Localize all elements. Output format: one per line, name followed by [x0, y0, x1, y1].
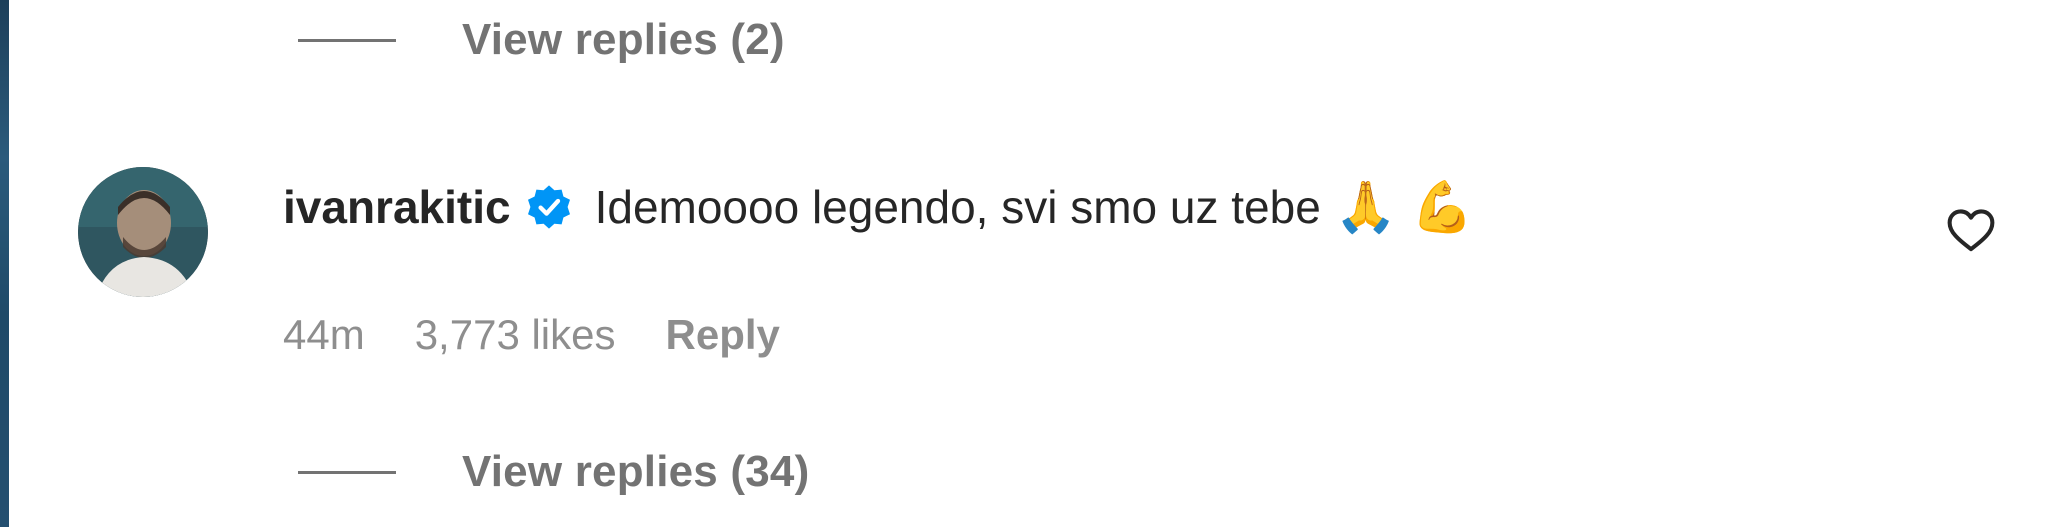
- background-edge: [0, 0, 9, 527]
- comment-meta: 44m 3,773 likes Reply: [283, 305, 830, 365]
- avatar[interactable]: [78, 167, 208, 297]
- reply-thread-line: [298, 38, 396, 42]
- comment-section: View replies (2) ivanrakitic Idemoooo le…: [0, 0, 2048, 527]
- view-replies-bottom[interactable]: View replies (34): [298, 442, 809, 502]
- avatar-photo: [78, 167, 208, 297]
- view-replies-label[interactable]: View replies (2): [462, 15, 785, 65]
- comment-likes-count[interactable]: 3,773 likes: [415, 311, 616, 359]
- comment-body: ivanrakitic Idemoooo legendo, svi smo uz…: [283, 172, 1473, 242]
- folded-hands-emoji: 🙏: [1334, 177, 1398, 236]
- comment-text: Idemoooo legendo, svi smo uz tebe: [594, 181, 1321, 233]
- reply-button[interactable]: Reply: [666, 311, 780, 359]
- comment-timestamp[interactable]: 44m: [283, 311, 365, 359]
- view-replies-top[interactable]: View replies (2): [298, 10, 785, 70]
- comment-username[interactable]: ivanrakitic: [283, 180, 511, 234]
- verified-badge-icon: [527, 185, 570, 229]
- reply-thread-line: [298, 470, 396, 474]
- view-replies-label[interactable]: View replies (34): [462, 447, 809, 497]
- flexed-biceps-emoji: 💪: [1411, 177, 1474, 236]
- heart-outline-icon[interactable]: [1944, 203, 1998, 257]
